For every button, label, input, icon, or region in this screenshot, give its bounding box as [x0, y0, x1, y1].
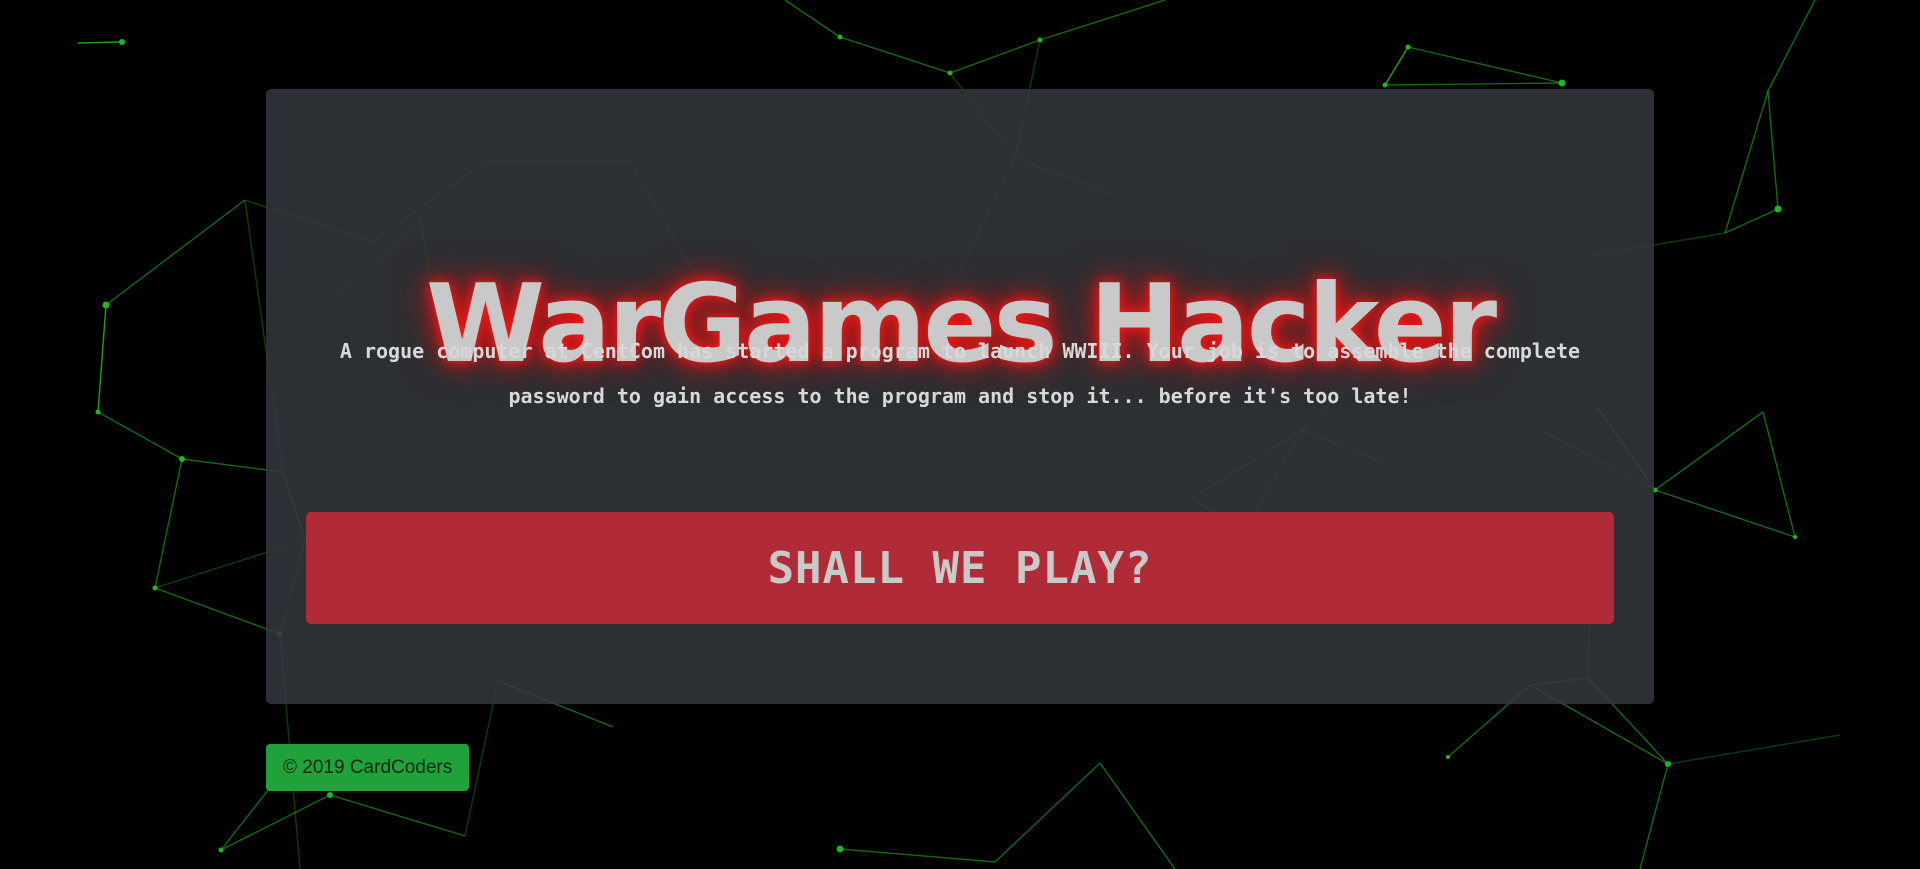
intro-card: WarGames Hacker A rogue computer at Cent… — [266, 89, 1654, 704]
copyright-badge: © 2019 CardCoders — [266, 744, 470, 791]
shall-we-play-button[interactable]: SHALL WE PLAY? — [306, 512, 1614, 624]
intro-text: A rogue computer at CentCom has started … — [339, 339, 1581, 408]
